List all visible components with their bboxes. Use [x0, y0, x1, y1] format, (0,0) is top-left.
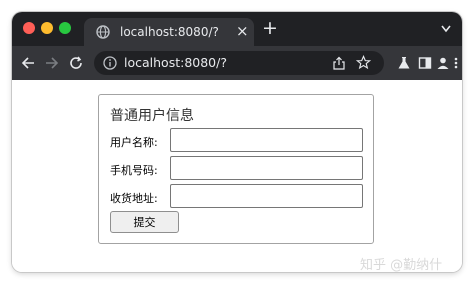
forward-arrow-icon[interactable]	[44, 55, 60, 71]
tab-strip: localhost:8080/? × +	[12, 12, 462, 46]
fieldset-legend: 普通用户信息	[110, 108, 194, 124]
sidebar-icon[interactable]	[418, 56, 432, 70]
back-arrow-icon[interactable]	[20, 55, 36, 71]
info-icon[interactable]	[103, 56, 117, 70]
minimize-window-button[interactable]	[41, 22, 53, 34]
page-content: 普通用户信息 用户名称: 手机号码: 收货地址: 提交	[12, 80, 462, 272]
phone-label: 手机号码:	[110, 164, 158, 177]
address-bar[interactable]: localhost:8080/?	[94, 51, 384, 75]
chevron-down-icon[interactable]	[440, 24, 452, 34]
globe-icon	[96, 25, 110, 39]
submit-button[interactable]: 提交	[110, 211, 179, 233]
zoom-window-button[interactable]	[59, 22, 71, 34]
flask-icon[interactable]	[397, 56, 411, 70]
more-menu-icon[interactable]	[452, 56, 460, 70]
new-tab-button[interactable]: +	[262, 19, 278, 38]
phone-input[interactable]	[170, 156, 363, 180]
address-input[interactable]	[170, 184, 363, 208]
browser-toolbar: localhost:8080/?	[12, 46, 462, 80]
reload-icon[interactable]	[68, 55, 84, 71]
browser-window: localhost:8080/? × + localhost:8080/? 普通…	[12, 12, 462, 272]
active-tab[interactable]: localhost:8080/? ×	[84, 18, 254, 46]
profile-icon[interactable]	[436, 56, 450, 70]
url-text[interactable]: localhost:8080/?	[124, 55, 227, 70]
user-info-fieldset: 普通用户信息 用户名称: 手机号码: 收货地址: 提交	[98, 94, 374, 244]
watermark: 知乎 @勤纳什	[360, 258, 443, 273]
username-label: 用户名称:	[110, 136, 158, 149]
share-icon[interactable]	[332, 56, 346, 70]
close-window-button[interactable]	[23, 22, 35, 34]
bookmark-star-icon[interactable]	[356, 55, 371, 70]
close-tab-icon[interactable]: ×	[236, 23, 249, 39]
tab-title: localhost:8080/?	[120, 25, 219, 39]
username-input[interactable]	[170, 128, 363, 152]
address-label: 收货地址:	[110, 192, 158, 205]
